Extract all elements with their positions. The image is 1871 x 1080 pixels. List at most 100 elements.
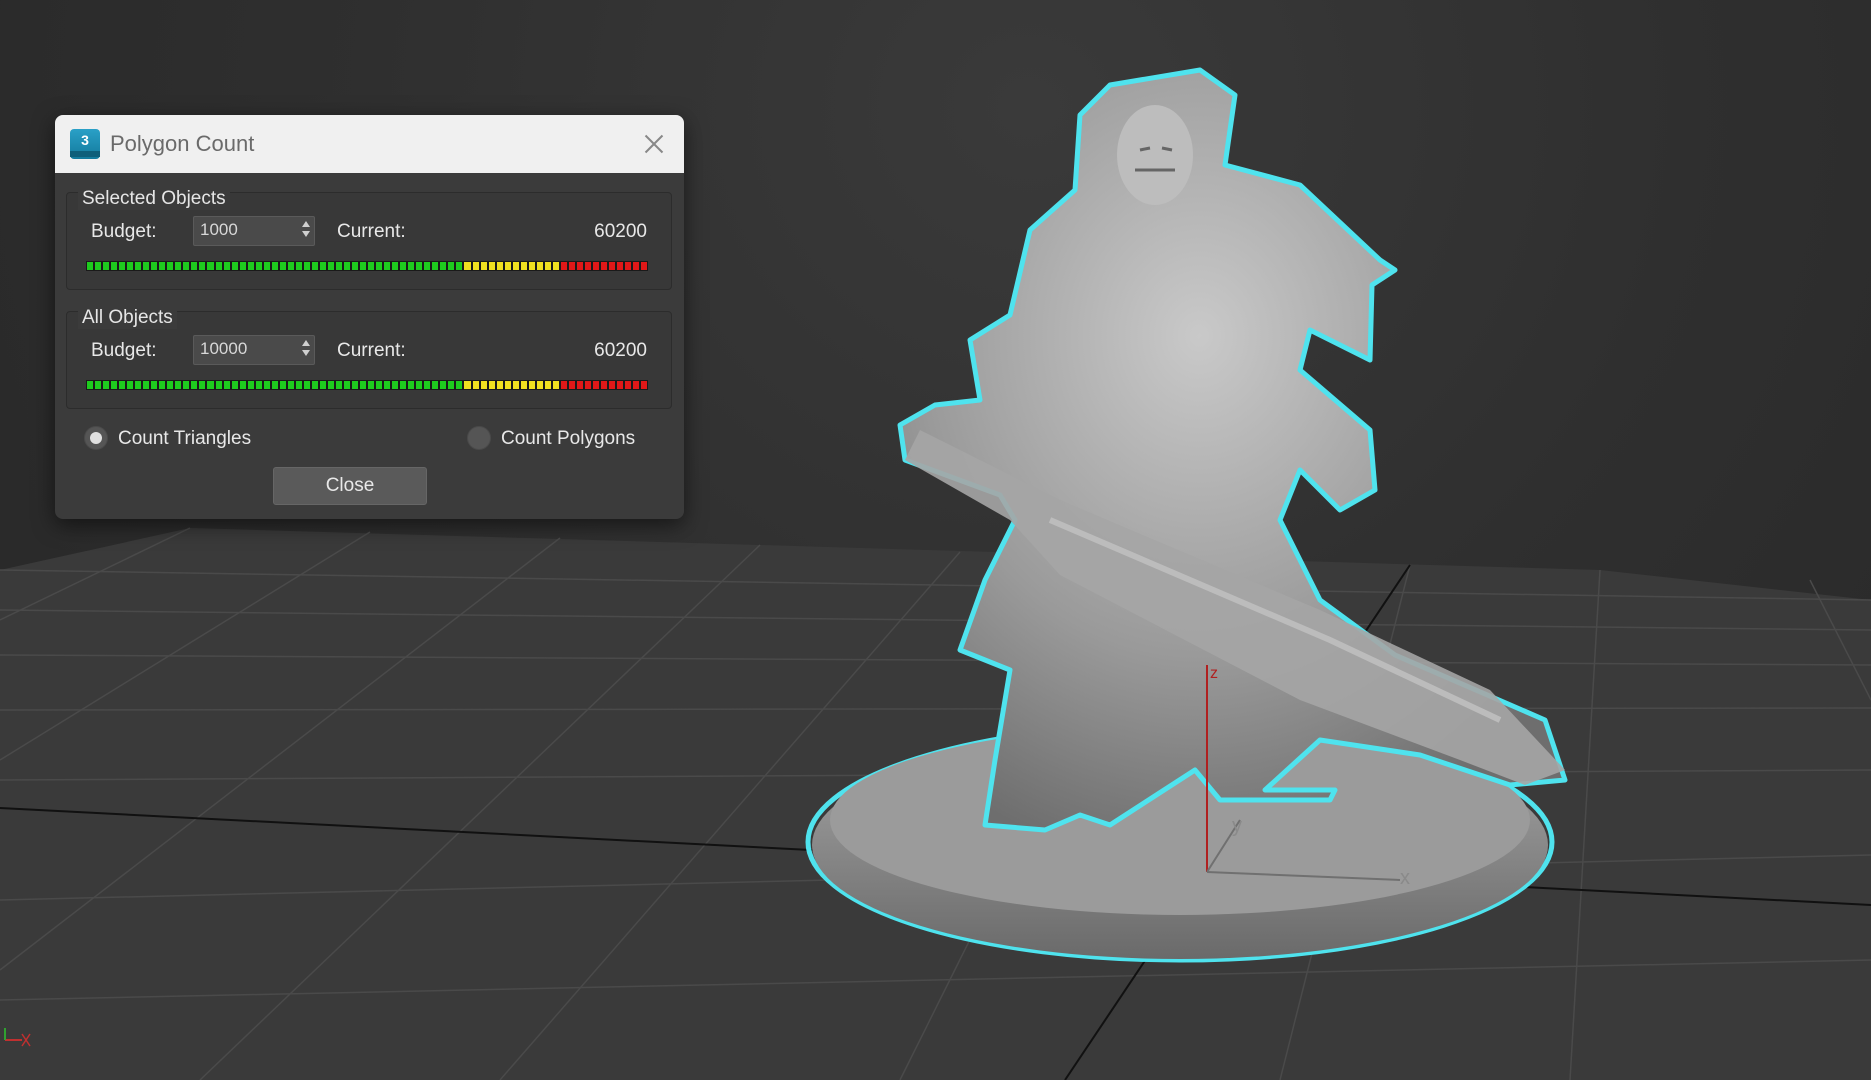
meter-segment: [568, 381, 575, 389]
meter-segment: [400, 381, 407, 389]
meter-segment: [617, 381, 624, 389]
meter-segment: [536, 262, 543, 270]
axis-label-x: x: [1400, 867, 1410, 889]
selected-budget-value[interactable]: 1000: [200, 220, 238, 240]
meter-segment: [376, 262, 383, 270]
meter-segment: [496, 381, 503, 389]
meter-segment: [560, 381, 567, 389]
meter-segment: [135, 262, 142, 270]
meter-segment: [279, 262, 286, 270]
meter-segment: [127, 262, 134, 270]
meter-segment: [416, 262, 423, 270]
meter-segment: [617, 262, 624, 270]
meter-segment: [279, 381, 286, 389]
count-triangles-radio[interactable]: [84, 426, 108, 450]
meter-segment: [641, 381, 648, 389]
meter-segment: [633, 262, 640, 270]
meter-segment: [360, 262, 367, 270]
meter-segment: [472, 262, 479, 270]
meter-segment: [520, 262, 527, 270]
meter-segment: [263, 262, 270, 270]
meter-segment: [295, 262, 302, 270]
count-polygons-label[interactable]: Count Polygons: [501, 428, 635, 450]
meter-segment: [223, 262, 230, 270]
all-objects-group: All Objects Budget: 10000 Current: 60200: [66, 307, 672, 409]
meter-segment: [103, 262, 110, 270]
close-button[interactable]: Close: [273, 467, 427, 505]
meter-segment: [223, 381, 230, 389]
meter-segment: [344, 381, 351, 389]
meter-segment: [400, 262, 407, 270]
dialog-titlebar[interactable]: 3 Polygon Count: [55, 115, 684, 173]
meter-segment: [95, 262, 102, 270]
meter-segment: [175, 262, 182, 270]
meter-segment: [568, 262, 575, 270]
meter-segment: [633, 381, 640, 389]
meter-segment: [255, 262, 262, 270]
meter-segment: [247, 262, 254, 270]
all-budget-spinner[interactable]: 10000: [193, 335, 315, 365]
count-triangles-label[interactable]: Count Triangles: [118, 428, 251, 450]
meter-segment: [352, 381, 359, 389]
meter-segment: [167, 381, 174, 389]
meter-segment: [584, 262, 591, 270]
meter-segment: [199, 262, 206, 270]
meter-segment: [440, 262, 447, 270]
meter-segment: [303, 262, 310, 270]
meter-segment: [496, 262, 503, 270]
selected-objects-title: Selected Objects: [78, 188, 230, 210]
meter-segment: [151, 381, 158, 389]
dialog-title: Polygon Count: [110, 131, 255, 156]
meter-segment: [584, 381, 591, 389]
meter-segment: [641, 262, 648, 270]
selected-objects-group: Selected Objects Budget: 1000 Current: 6…: [66, 188, 672, 290]
app-icon-label: 3: [81, 132, 89, 148]
meter-segment: [143, 381, 150, 389]
meter-segment: [335, 262, 342, 270]
meter-segment: [239, 262, 246, 270]
meter-segment: [456, 262, 463, 270]
selected-budget-spinner[interactable]: 1000: [193, 216, 315, 246]
meter-segment: [319, 262, 326, 270]
meter-segment: [625, 262, 632, 270]
meter-segment: [504, 262, 511, 270]
meter-segment: [127, 381, 134, 389]
meter-segment: [215, 381, 222, 389]
meter-segment: [408, 262, 415, 270]
meter-segment: [512, 381, 519, 389]
meter-segment: [504, 381, 511, 389]
meter-segment: [263, 381, 270, 389]
meter-segment: [432, 262, 439, 270]
meter-segment: [271, 262, 278, 270]
meter-segment: [239, 381, 246, 389]
spinner-arrows-icon[interactable]: [302, 221, 310, 239]
meter-segment: [344, 262, 351, 270]
all-current-label: Current:: [337, 340, 406, 361]
meter-segment: [480, 262, 487, 270]
meter-segment: [191, 262, 198, 270]
meter-segment: [319, 381, 326, 389]
meter-segment: [416, 381, 423, 389]
all-budget-value[interactable]: 10000: [200, 339, 247, 359]
meter-segment: [335, 381, 342, 389]
meter-segment: [231, 381, 238, 389]
meter-segment: [480, 381, 487, 389]
spinner-arrows-icon[interactable]: [302, 340, 310, 358]
meter-segment: [384, 262, 391, 270]
meter-segment: [311, 262, 318, 270]
meter-segment: [464, 262, 471, 270]
meter-segment: [512, 262, 519, 270]
selected-budget-meter: [86, 261, 648, 271]
selected-budget-label: Budget:: [91, 221, 157, 242]
meter-segment: [199, 381, 206, 389]
all-budget-label: Budget:: [91, 340, 157, 361]
meter-segment: [143, 262, 150, 270]
meter-segment: [536, 381, 543, 389]
meter-segment: [528, 381, 535, 389]
count-polygons-radio[interactable]: [467, 426, 491, 450]
selected-current-value: 60200: [594, 221, 647, 242]
meter-segment: [151, 262, 158, 270]
close-icon[interactable]: [636, 126, 672, 162]
meter-segment: [432, 381, 439, 389]
meter-segment: [159, 381, 166, 389]
